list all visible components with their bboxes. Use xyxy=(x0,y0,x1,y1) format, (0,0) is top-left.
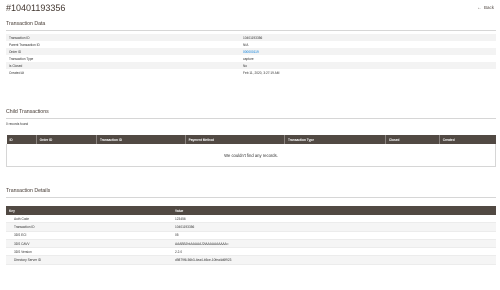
transaction-details-title: Transaction Details xyxy=(6,188,51,194)
section-divider xyxy=(6,118,496,119)
child-transactions-grid: ID Order ID Transaction ID Payment Method Tr… xyxy=(6,135,496,167)
column-header[interactable]: Order ID xyxy=(35,135,97,144)
table-row: 3DS CAVV AAABBJhkAAAAAJ2tAAAAAAAAAA= xyxy=(6,239,496,249)
table-row: Is Closed No xyxy=(6,62,496,69)
row-value: No xyxy=(240,62,496,69)
table-row: Directory Server ID d9879f6-56b3-4ea4-b5c… xyxy=(6,255,496,265)
table-row: Parent Transaction ID N/A xyxy=(6,41,496,48)
detail-key: Directory Server ID xyxy=(6,255,172,265)
back-button[interactable]: ← Back xyxy=(477,5,494,11)
column-header[interactable]: Transaction Type xyxy=(284,135,386,144)
transaction-data-table: Transaction ID 10401193356 Parent Transact… xyxy=(6,34,496,76)
row-value: 10401193356 xyxy=(240,34,496,41)
column-header: Value xyxy=(172,206,496,215)
detail-key: Transaction ID xyxy=(6,222,172,232)
detail-key: 3DS ECI xyxy=(6,231,172,240)
column-header: Key xyxy=(6,206,172,215)
arrow-left-icon: ← xyxy=(476,5,482,11)
detail-key: Auth Code xyxy=(6,215,172,224)
section-divider xyxy=(6,30,496,31)
row-value: N/A xyxy=(240,41,496,48)
section-divider xyxy=(6,197,496,198)
table-row: Transaction ID 10401193356 xyxy=(6,222,496,232)
table-row: Created At Feb 11, 2020, 3:27:19 AM xyxy=(6,69,496,76)
row-value: 000000119 xyxy=(240,48,496,55)
child-transactions-title: Child Transactions xyxy=(6,109,49,115)
detail-key: 3DS CAVV xyxy=(6,239,172,249)
table-row: Transaction Type capture xyxy=(6,55,496,62)
row-key: Transaction ID xyxy=(6,34,240,41)
row-key: Is Closed xyxy=(6,62,240,69)
table-row: Auth Code 123456 xyxy=(6,215,496,224)
table-row: Transaction ID 10401193356 xyxy=(6,34,496,41)
table-row: 3DS Version 2.2.0 xyxy=(6,247,496,257)
transaction-data-title: Transaction Data xyxy=(6,21,46,27)
row-value: Feb 11, 2020, 3:27:19 AM xyxy=(240,69,496,76)
row-key: Order ID xyxy=(6,48,240,55)
back-label: Back xyxy=(483,5,494,10)
transaction-details-table: Key Value Auth Code 123456 Transaction ID 10… xyxy=(6,206,496,265)
records-found: 0 records found xyxy=(6,122,29,126)
column-header[interactable]: Transaction ID xyxy=(96,135,186,144)
column-header[interactable]: ID xyxy=(6,135,37,144)
row-key: Transaction Type xyxy=(6,55,240,62)
detail-key: 3DS Version xyxy=(6,247,172,257)
detail-value: d9879f6-56b3-4ea4-b5ce-10fea4d6f923 xyxy=(172,255,496,265)
column-header[interactable]: Payment Method xyxy=(184,135,285,144)
row-key: Created At xyxy=(6,69,240,76)
detail-value: 05 xyxy=(172,231,496,240)
table-row: Order ID 000000119 xyxy=(6,48,496,55)
detail-value: 2.2.0 xyxy=(172,247,496,257)
table-row: 3DS ECI 05 xyxy=(6,231,496,240)
order-id-link[interactable]: 000000119 xyxy=(243,50,259,54)
row-key: Parent Transaction ID xyxy=(6,41,240,48)
page-header: #10401193356 ← Back xyxy=(0,0,500,18)
detail-value: 10401193356 xyxy=(172,222,496,232)
empty-message: We couldn't find any records. xyxy=(6,144,496,167)
column-header[interactable]: Created xyxy=(438,135,496,144)
page-title: #10401193356 xyxy=(6,3,66,13)
column-header[interactable]: Closed xyxy=(384,135,440,144)
detail-value: AAABBJhkAAAAAJ2tAAAAAAAAAA= xyxy=(172,239,496,249)
detail-value: 123456 xyxy=(172,215,496,224)
row-value: capture xyxy=(240,55,496,62)
